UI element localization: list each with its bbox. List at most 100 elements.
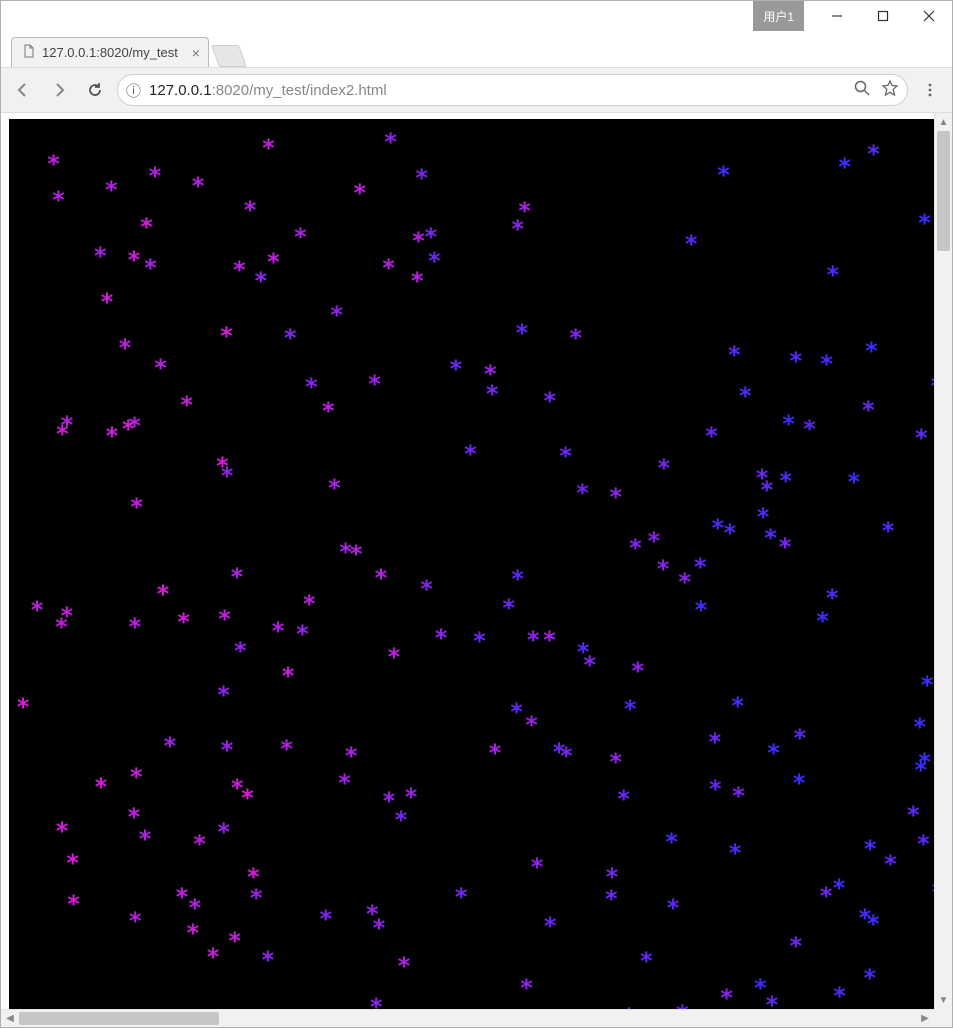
star-glyph: * — [916, 832, 930, 856]
star-glyph: * — [220, 464, 234, 488]
zoom-button[interactable] — [853, 79, 871, 101]
star-glyph: * — [228, 929, 242, 953]
star-glyph: * — [723, 521, 737, 545]
info-icon: ⓘ — [126, 80, 141, 101]
star-glyph: * — [863, 837, 877, 861]
star-glyph: * — [608, 485, 622, 509]
star-glyph: * — [472, 629, 486, 653]
vertical-scroll-thumb[interactable] — [937, 131, 950, 251]
star-glyph: * — [664, 830, 678, 854]
bookmark-button[interactable] — [881, 79, 899, 101]
star-glyph: * — [410, 269, 424, 293]
star-glyph: * — [568, 326, 582, 350]
star-glyph: * — [913, 715, 927, 739]
star-glyph: * — [863, 966, 877, 990]
starfield-canvas: * * * * * * * * * * * * * * * * * * * * * * * * * * * * * * * * * * * * * * * *… — [9, 119, 934, 1009]
star-glyph: * — [847, 470, 861, 494]
star-glyph: * — [693, 555, 707, 579]
star-glyph: * — [623, 697, 637, 721]
star-glyph: * — [148, 164, 162, 188]
address-bar[interactable]: ⓘ 127.0.0.1:8020/my_test/index2.html — [117, 74, 908, 106]
scroll-down-arrow[interactable]: ▼ — [935, 991, 952, 1009]
star-glyph: * — [397, 954, 411, 978]
star-glyph: * — [917, 211, 931, 235]
site-info-button[interactable]: ⓘ — [126, 80, 141, 101]
star-glyph: * — [837, 155, 851, 179]
star-glyph: * — [789, 934, 803, 958]
arrow-left-icon — [14, 81, 32, 99]
maximize-icon — [877, 10, 889, 22]
scroll-up-arrow[interactable]: ▲ — [935, 113, 952, 131]
star-glyph: * — [414, 166, 428, 190]
horizontal-scrollbar[interactable]: ◀ ▶ — [1, 1009, 934, 1027]
star-glyph: * — [46, 152, 60, 176]
scrollbar-corner — [934, 1009, 952, 1027]
star-glyph: * — [509, 700, 523, 724]
star-glyph: * — [374, 566, 388, 590]
reload-button[interactable] — [81, 76, 109, 104]
tab-close-button[interactable]: × — [192, 46, 200, 60]
star-glyph: * — [121, 417, 135, 441]
star-glyph: * — [815, 609, 829, 633]
star-glyph: * — [488, 741, 502, 765]
star-glyph: * — [609, 750, 623, 774]
star-glyph: * — [781, 412, 795, 436]
star-glyph: * — [449, 357, 463, 381]
new-tab-button[interactable] — [211, 45, 247, 67]
star-glyph: * — [819, 352, 833, 376]
star-glyph: * — [381, 256, 395, 280]
url-host: 127.0.0.1 — [149, 82, 212, 99]
star-glyph: * — [302, 592, 316, 616]
star-glyph: * — [337, 771, 351, 795]
star-glyph: * — [232, 258, 246, 282]
star-glyph: * — [914, 758, 928, 782]
star-glyph: * — [716, 163, 730, 187]
star-glyph: * — [728, 841, 742, 865]
star-glyph: * — [104, 178, 118, 202]
star-icon — [881, 79, 899, 97]
url-path: /my_test/index2.html — [249, 82, 387, 99]
star-glyph: * — [128, 615, 142, 639]
minimize-button[interactable] — [814, 1, 860, 31]
star-glyph: * — [66, 892, 80, 916]
star-glyph: * — [526, 628, 540, 652]
star-glyph: * — [738, 384, 752, 408]
star-glyph: * — [206, 945, 220, 969]
vertical-scrollbar[interactable]: ▲ ▼ — [934, 113, 952, 1009]
star-glyph: * — [338, 540, 352, 564]
star-glyph: * — [628, 536, 642, 560]
star-glyph: * — [281, 664, 295, 688]
star-glyph: * — [792, 771, 806, 795]
close-window-button[interactable] — [906, 1, 952, 31]
menu-button[interactable] — [916, 76, 944, 104]
back-button[interactable] — [9, 76, 37, 104]
star-glyph: * — [825, 586, 839, 610]
star-glyph: * — [519, 976, 533, 1000]
star-glyph: * — [454, 885, 468, 909]
star-glyph: * — [881, 519, 895, 543]
star-glyph: * — [858, 906, 872, 930]
star-glyph: * — [719, 986, 733, 1009]
star-glyph: * — [105, 424, 119, 448]
maximize-button[interactable] — [860, 1, 906, 31]
star-glyph: * — [330, 303, 344, 327]
star-glyph: * — [411, 229, 425, 253]
star-glyph: * — [254, 269, 268, 293]
page-viewport: * * * * * * * * * * * * * * * * * * * * * * * * * * * * * * * * * * * * * * * *… — [1, 113, 952, 1027]
star-glyph: * — [51, 188, 65, 212]
profile-badge[interactable]: 用户1 — [753, 1, 804, 31]
scroll-right-arrow[interactable]: ▶ — [916, 1010, 934, 1027]
star-glyph: * — [605, 865, 619, 889]
star-glyph: * — [558, 444, 572, 468]
star-glyph: * — [261, 136, 275, 160]
star-glyph: * — [675, 1002, 689, 1009]
star-glyph: * — [832, 984, 846, 1008]
forward-button[interactable] — [45, 76, 73, 104]
star-glyph: * — [543, 389, 557, 413]
star-glyph: * — [617, 787, 631, 811]
star-glyph: * — [217, 820, 231, 844]
horizontal-scroll-thumb[interactable] — [19, 1012, 219, 1025]
star-glyph: * — [427, 249, 441, 273]
scroll-left-arrow[interactable]: ◀ — [1, 1010, 19, 1027]
browser-tab[interactable]: 127.0.0.1:8020/my_test × — [11, 37, 209, 67]
